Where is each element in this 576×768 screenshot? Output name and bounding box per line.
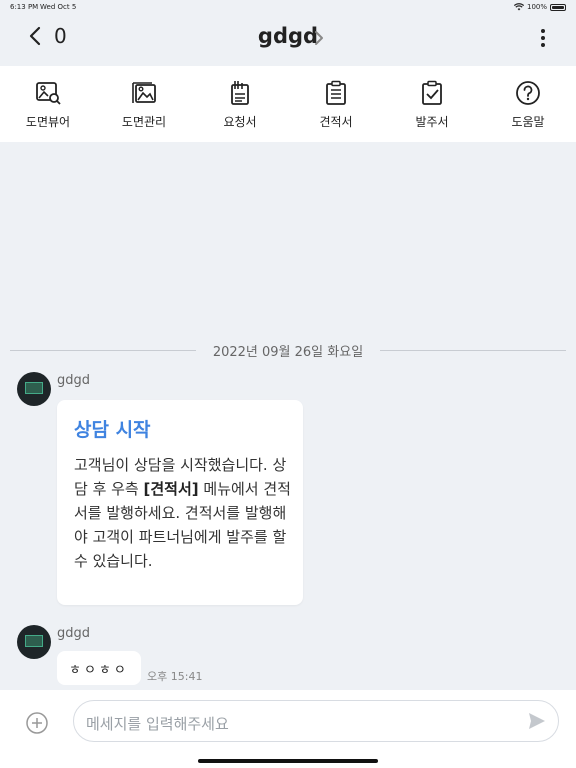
estimate-icon	[326, 80, 346, 105]
status-time: 6:13 PM	[10, 3, 39, 11]
add-attachment-icon[interactable]	[26, 712, 48, 734]
tool-order[interactable]: 발주서	[384, 66, 480, 142]
home-indicator	[198, 759, 378, 763]
tool-help[interactable]: 도움말	[480, 66, 576, 142]
tool-drawing-manage[interactable]: 도면관리	[96, 66, 192, 142]
avatar[interactable]	[17, 372, 51, 406]
tool-label: 견적서	[319, 114, 353, 129]
message-placeholder: 메세지를 입력해주세요	[86, 715, 229, 733]
nav-bar: 0 gdgd	[0, 14, 576, 66]
message-time: 오후 15:41	[147, 670, 203, 683]
chat-title[interactable]: gdgd	[0, 24, 576, 48]
battery-icon	[550, 3, 566, 11]
avatar[interactable]	[17, 625, 51, 659]
send-icon[interactable]	[528, 712, 546, 730]
message-input[interactable]: 메세지를 입력해주세요	[73, 700, 559, 742]
tool-label: 도면관리	[121, 114, 167, 129]
order-icon	[422, 80, 442, 105]
drawing-viewer-icon	[36, 81, 61, 105]
tool-label: 도면뷰어	[25, 114, 71, 129]
message-bubble[interactable]: ㅎㅇㅎㅇ	[57, 651, 141, 685]
sender-name: gdgd	[57, 626, 91, 641]
tool-label: 도움말	[511, 114, 545, 129]
battery-percent: 100%	[526, 3, 547, 11]
more-menu-icon[interactable]	[540, 28, 546, 48]
card-title: 상담 시작	[74, 419, 151, 441]
sender-name: gdgd	[57, 373, 91, 388]
status-right: 100%	[513, 3, 566, 11]
drawing-manage-icon	[132, 81, 156, 103]
chevron-right-icon[interactable]	[314, 30, 324, 46]
help-icon	[516, 80, 540, 105]
input-bar: 메세지를 입력해주세요	[0, 690, 576, 768]
date-label: 2022년 09월 26일 화요일	[212, 345, 364, 360]
system-message-card: 상담 시작 고객님이 상담을 시작했습니다. 상담 후 우측 [견적서] 메뉴에…	[57, 400, 303, 605]
tool-request[interactable]: 요청서	[192, 66, 288, 142]
tool-estimate[interactable]: 견적서	[288, 66, 384, 142]
tool-label: 요청서	[223, 114, 257, 129]
date-divider: 2022년 09월 26일 화요일	[10, 345, 566, 360]
toolbar: 도면뷰어 도면관리 요청서 견적서 발주서 도움말	[0, 66, 576, 142]
tool-drawing-viewer[interactable]: 도면뷰어	[0, 66, 96, 142]
wifi-icon	[513, 3, 524, 11]
status-bar: 6:13 PM Wed Oct 5 100%	[0, 0, 576, 14]
tool-label: 발주서	[415, 114, 449, 129]
card-body: 고객님이 상담을 시작했습니다. 상담 후 우측 [견적서] 메뉴에서 견적서를…	[74, 456, 291, 570]
request-icon	[231, 80, 249, 105]
message-text: ㅎㅇㅎㅇ	[69, 663, 129, 678]
status-date: Wed Oct 5	[40, 3, 77, 11]
